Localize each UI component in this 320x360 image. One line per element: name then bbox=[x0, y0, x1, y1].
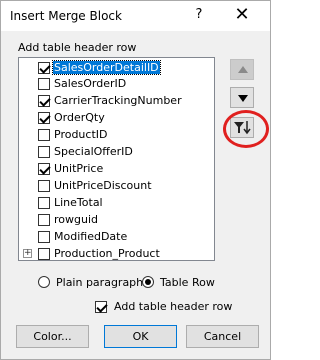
field-checkbox[interactable] bbox=[38, 214, 50, 226]
tree-item[interactable]: SpecialOfferID bbox=[19, 144, 214, 160]
plain-paragraph-radio[interactable] bbox=[38, 276, 50, 288]
move-up-button[interactable] bbox=[230, 59, 254, 80]
tree-item[interactable]: + Production_Product bbox=[19, 246, 214, 260]
color-button[interactable]: Color... bbox=[16, 325, 89, 348]
add-header-row-label[interactable]: Add table header row bbox=[113, 300, 233, 313]
insert-merge-block-dialog: Insert Merge Block ? ✕ Add table header … bbox=[0, 0, 271, 360]
tree-item[interactable]: UnitPrice bbox=[19, 161, 214, 177]
field-checkbox[interactable] bbox=[38, 62, 50, 74]
arrow-up-icon bbox=[238, 66, 248, 73]
close-button[interactable]: ✕ bbox=[229, 4, 255, 26]
field-label[interactable]: UnitPrice bbox=[53, 162, 104, 175]
tree-item[interactable]: UnitPriceDiscount bbox=[19, 178, 214, 194]
table-row-label[interactable]: Table Row bbox=[160, 276, 215, 289]
title-bar: Insert Merge Block ? ✕ bbox=[1, 1, 270, 31]
field-label[interactable]: rowguid bbox=[53, 213, 99, 226]
tree-item[interactable]: LineTotal bbox=[19, 195, 214, 211]
field-label[interactable]: UnitPriceDiscount bbox=[53, 179, 153, 192]
field-checkbox[interactable] bbox=[38, 95, 50, 107]
field-checkbox[interactable] bbox=[38, 129, 50, 141]
field-label[interactable]: OrderQty bbox=[53, 111, 106, 124]
tree-label: Add table header row bbox=[18, 41, 137, 54]
add-header-row-checkbox[interactable] bbox=[95, 301, 107, 313]
field-label[interactable]: SpecialOfferID bbox=[53, 145, 134, 158]
tree-item[interactable]: SalesOrderDetailID bbox=[19, 60, 214, 76]
field-label[interactable]: Production_Product bbox=[53, 247, 161, 260]
field-checkbox[interactable] bbox=[38, 146, 50, 158]
tree-item[interactable]: ModifiedDate bbox=[19, 229, 214, 245]
field-checkbox[interactable] bbox=[38, 197, 50, 209]
field-label[interactable]: ModifiedDate bbox=[53, 230, 128, 243]
field-checkbox[interactable] bbox=[38, 112, 50, 124]
tree-item[interactable]: OrderQty bbox=[19, 110, 214, 126]
field-label[interactable]: ProductID bbox=[53, 128, 108, 141]
field-checkbox[interactable] bbox=[38, 248, 50, 260]
field-label[interactable]: CarrierTrackingNumber bbox=[53, 94, 183, 107]
tree-item[interactable]: ProductID bbox=[19, 127, 214, 143]
plain-paragraph-label[interactable]: Plain paragraph bbox=[56, 276, 143, 289]
field-label[interactable]: LineTotal bbox=[53, 196, 104, 209]
move-down-button[interactable] bbox=[230, 87, 254, 108]
field-label[interactable]: SalesOrderID bbox=[53, 77, 127, 90]
field-checkbox[interactable] bbox=[38, 231, 50, 243]
expand-icon[interactable]: + bbox=[23, 249, 32, 258]
tree-item[interactable]: CarrierTrackingNumber bbox=[19, 93, 214, 109]
field-checkbox[interactable] bbox=[38, 163, 50, 175]
tree-item[interactable]: SalesOrderID bbox=[19, 76, 214, 92]
field-checkbox[interactable] bbox=[38, 180, 50, 192]
highlight-ring bbox=[223, 110, 269, 148]
ok-button[interactable]: OK bbox=[104, 325, 177, 348]
arrow-down-icon bbox=[238, 95, 248, 102]
table-row-radio[interactable] bbox=[142, 276, 154, 288]
field-checkbox[interactable] bbox=[38, 78, 50, 90]
field-label[interactable]: SalesOrderDetailID bbox=[52, 60, 161, 75]
cancel-button[interactable]: Cancel bbox=[186, 325, 259, 348]
dialog-title: Insert Merge Block bbox=[10, 9, 122, 23]
help-button[interactable]: ? bbox=[189, 7, 209, 25]
tree-item[interactable]: rowguid bbox=[19, 212, 214, 228]
field-tree[interactable]: SalesOrderDetailID SalesOrderID CarrierT… bbox=[18, 57, 215, 261]
